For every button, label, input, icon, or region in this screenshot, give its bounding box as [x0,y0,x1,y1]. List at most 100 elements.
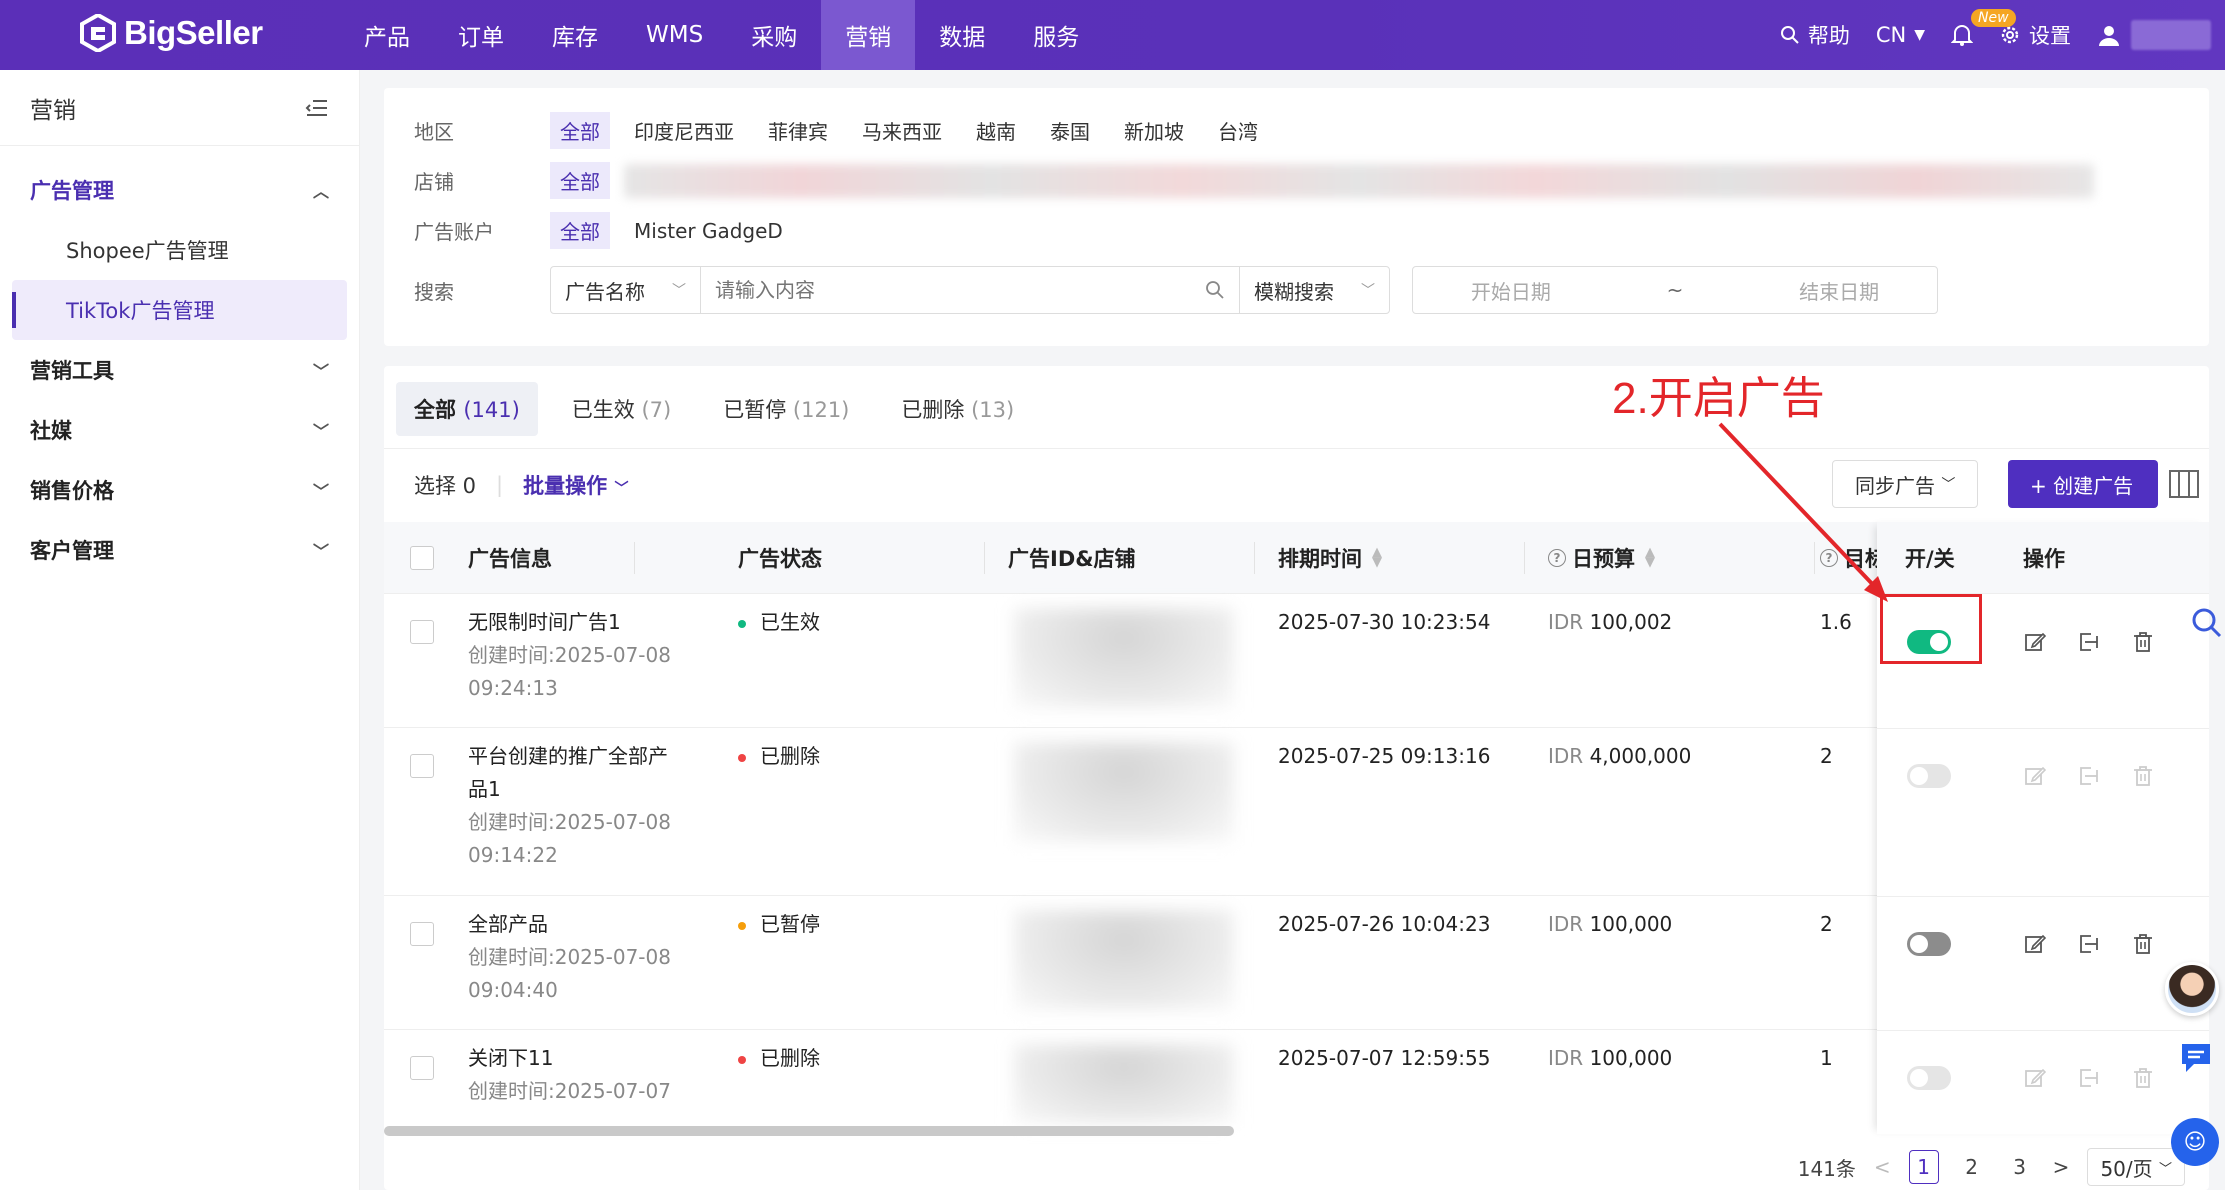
ad-name-cont[interactable]: 品1 [468,773,671,806]
nav-data[interactable]: 数据 [915,0,1009,70]
region-chip-indonesia[interactable]: 印度尼西亚 [624,112,744,149]
ad-name[interactable]: 关闭下11 [468,1042,671,1075]
page-size-select[interactable]: 50/页 ﹀ [2087,1148,2185,1186]
region-chip-all[interactable]: 全部 [550,112,610,149]
tab-paused[interactable]: 已暂停 (121) [705,382,867,436]
create-ad-button[interactable]: + 创建广告 [2008,460,2158,508]
delete-icon[interactable] [2131,932,2155,956]
nav-service[interactable]: 服务 [1009,0,1103,70]
sidebar-item-shopee-ads[interactable]: Shopee广告管理 [12,220,347,280]
region-chip-philippines[interactable]: 菲律宾 [758,112,838,149]
ad-toggle-switch[interactable] [1907,932,1951,956]
edit-icon[interactable] [2023,932,2047,956]
row-checkbox[interactable] [410,754,434,778]
nav-order[interactable]: 订单 [434,0,528,70]
delete-icon[interactable] [2131,630,2155,654]
date-range-picker[interactable]: 开始日期 ~ 结束日期 [1412,266,1938,314]
search-field-select[interactable]: 广告名称 ﹀ [551,267,701,313]
sidebar-group-sales-price[interactable]: 销售价格 ﹀ [0,460,359,520]
account-chip[interactable]: Mister GadgeD [624,215,793,247]
user-icon[interactable] [2097,23,2121,47]
chevron-down-icon: ﹀ [312,542,329,561]
column-settings-icon[interactable] [2168,468,2200,500]
col-ad-status: 广告状态 [738,547,822,571]
sidebar-group-label: 客户管理 [30,539,114,563]
prev-page-icon[interactable]: < [1874,1155,1891,1179]
page-1[interactable]: 1 [1908,1150,1939,1184]
search-mode-select[interactable]: 模糊搜索 ﹀ [1239,267,1389,313]
next-page-icon[interactable]: > [2053,1155,2070,1179]
account-chip-all[interactable]: 全部 [550,212,610,249]
collapse-menu-icon[interactable] [305,98,329,118]
ad-created: 创建时间:2025-07-08 [468,643,671,667]
shop-chip-all[interactable]: 全部 [550,162,610,199]
ad-info: 平台创建的推广全部产 品1 创建时间:2025-07-08 09:14:22 [468,740,671,872]
select-all-checkbox[interactable] [410,546,434,570]
search-input[interactable] [701,278,1205,302]
shop-list-redacted[interactable] [624,163,2094,198]
username-redacted[interactable] [2131,20,2211,50]
help-label: 帮助 [1807,24,1850,48]
magnifier-icon[interactable] [2190,606,2222,638]
edit-icon[interactable] [2023,764,2047,788]
row-divider [1877,1030,2209,1031]
brand-logo[interactable]: BigSeller [80,14,263,52]
region-chip-taiwan[interactable]: 台湾 [1208,112,1268,149]
tab-deleted[interactable]: 已删除 (13) [883,382,1032,436]
nav-wms[interactable]: WMS [622,0,727,70]
region-chip-vietnam[interactable]: 越南 [966,112,1026,149]
chevron-down-icon: ﹀ [2158,1161,2172,1177]
ad-created: 创建时间:2025-07-07 [468,1079,671,1103]
delete-icon[interactable] [2131,1066,2155,1090]
nav-purchase[interactable]: 采购 [727,0,821,70]
tab-all[interactable]: 全部 (141) [396,382,538,436]
region-chip-malaysia[interactable]: 马来西亚 [852,112,952,149]
ad-id-shop-redacted [1014,1044,1234,1124]
sidebar-group-customers[interactable]: 客户管理 ﹀ [0,520,359,580]
notification-button[interactable]: New [1951,9,2016,47]
ad-name[interactable]: 全部产品 [468,908,671,941]
region-chip-thailand[interactable]: 泰国 [1040,112,1100,149]
currency: IDR [1548,1046,1584,1070]
page-2[interactable]: 2 [1957,1150,1987,1184]
budget-value: 4,000,000 [1589,744,1692,768]
sort-icon: ▲ ▼ [1645,545,1655,570]
ad-toggle-switch[interactable] [1907,764,1951,788]
support-avatar[interactable] [2165,962,2219,1016]
nav-inventory[interactable]: 库存 [528,0,622,70]
language-select[interactable]: CN ▼ [1876,23,1925,47]
col-schedule[interactable]: 排期时间 ▲ ▼ [1278,522,1382,594]
ad-name[interactable]: 无限制时间广告1 [468,606,671,639]
ad-toggle-switch[interactable] [1907,1066,1951,1090]
sidebar-item-tiktok-ads[interactable]: TikTok广告管理 [12,280,347,340]
horizontal-scrollbar[interactable] [384,1126,1234,1136]
view-details-icon[interactable] [2077,932,2101,956]
view-details-icon[interactable] [2077,1066,2101,1090]
sidebar-group-ads[interactable]: 广告管理 ︿ [0,160,359,220]
search-group: 广告名称 ﹀ 模糊搜索 ﹀ [550,266,1390,314]
search-icon[interactable] [1205,280,1225,300]
row-checkbox[interactable] [410,1056,434,1080]
view-details-icon[interactable] [2077,764,2101,788]
view-details-icon[interactable] [2077,630,2101,654]
tab-active[interactable]: 已生效 (7) [554,382,689,436]
chat-icon[interactable] [2176,1038,2216,1078]
nav-marketing[interactable]: 营销 [821,0,916,70]
page-3[interactable]: 3 [2005,1150,2035,1184]
nav-product[interactable]: 产品 [340,0,434,70]
col-separator [1524,542,1525,574]
sidebar-group-marketing-tools[interactable]: 营销工具 ﹀ [0,340,359,400]
sidebar-group-social[interactable]: 社媒 ﹀ [0,400,359,460]
bulk-actions-dropdown[interactable]: 批量操作 ﹀ [523,470,628,500]
edit-icon[interactable] [2023,1066,2047,1090]
edit-icon[interactable] [2023,630,2047,654]
chevron-down-icon: ﹀ [614,481,629,497]
region-chip-singapore[interactable]: 新加坡 [1114,112,1194,149]
assistant-face-icon[interactable]: ☺ [2171,1118,2219,1166]
row-checkbox[interactable] [410,922,434,946]
col-daily-budget[interactable]: ? 日预算 ▲ ▼ [1548,522,1655,594]
delete-icon[interactable] [2131,764,2155,788]
ad-name[interactable]: 平台创建的推广全部产 [468,740,671,773]
help-link[interactable]: 帮助 [1780,20,1850,50]
row-checkbox[interactable] [410,620,434,644]
